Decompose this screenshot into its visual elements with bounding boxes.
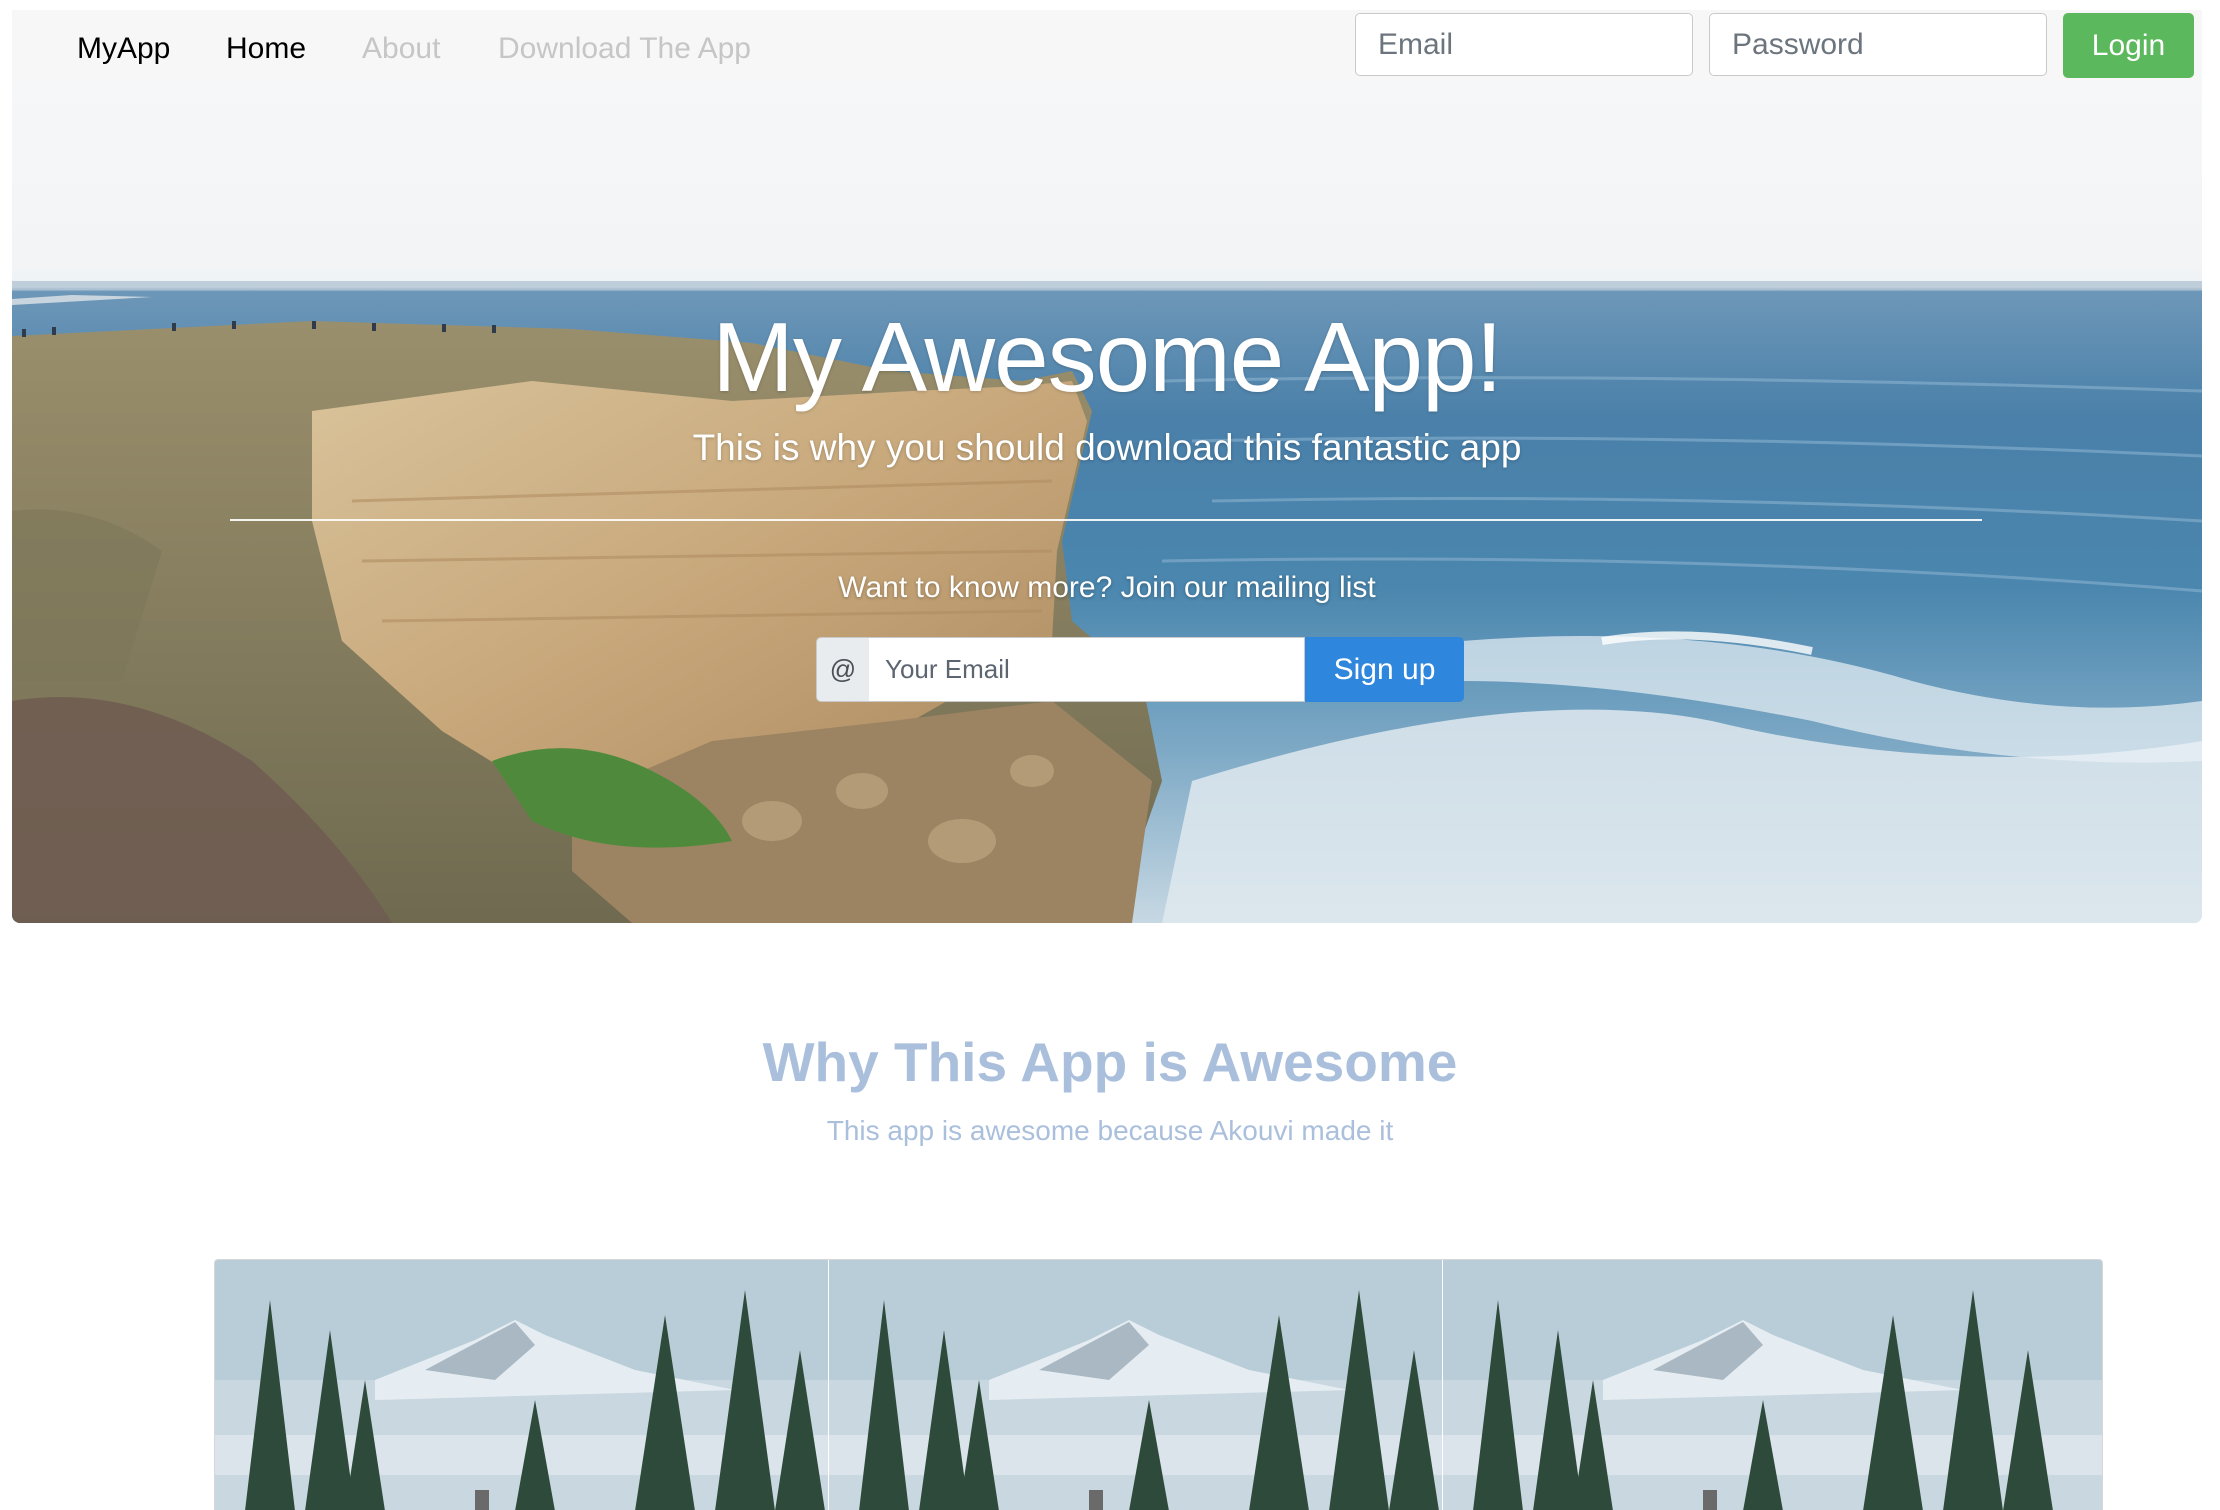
feature-gallery: [214, 1259, 2103, 1510]
features-subtitle: This app is awesome because Akouvi made …: [826, 1115, 1394, 1146]
mailing-list-prompt: Want to know more? Join our mailing list: [838, 571, 1376, 604]
gallery-image-2: [829, 1260, 1443, 1510]
navbar: MyApp Home About Download The App Login: [12, 10, 2202, 81]
password-field[interactable]: [1709, 13, 2047, 76]
mailing-email-input[interactable]: [869, 637, 1305, 702]
hero-subtitle: This is why you should download this fan…: [692, 427, 1522, 468]
at-symbol-addon: @: [816, 637, 870, 702]
email-field[interactable]: [1355, 13, 1693, 76]
nav-link-download[interactable]: Download The App: [498, 32, 751, 66]
brand-link[interactable]: MyApp: [77, 32, 170, 66]
nav-link-about[interactable]: About: [362, 32, 440, 66]
login-button[interactable]: Login: [2063, 13, 2194, 78]
nav-link-home[interactable]: Home: [226, 32, 306, 66]
mailing-signup-form: @ Sign up: [816, 637, 1466, 702]
hero-section: My Awesome App! This is why you should d…: [12, 81, 2202, 923]
signup-button[interactable]: Sign up: [1305, 637, 1464, 702]
gallery-image-3: [1443, 1260, 2102, 1510]
features-title: Why This App is Awesome: [762, 1031, 1458, 1093]
gallery-image-1: [215, 1260, 829, 1510]
hero-divider: [230, 519, 1982, 521]
hero-title: My Awesome App!: [712, 302, 1502, 412]
hero-background-image: [12, 281, 2202, 923]
